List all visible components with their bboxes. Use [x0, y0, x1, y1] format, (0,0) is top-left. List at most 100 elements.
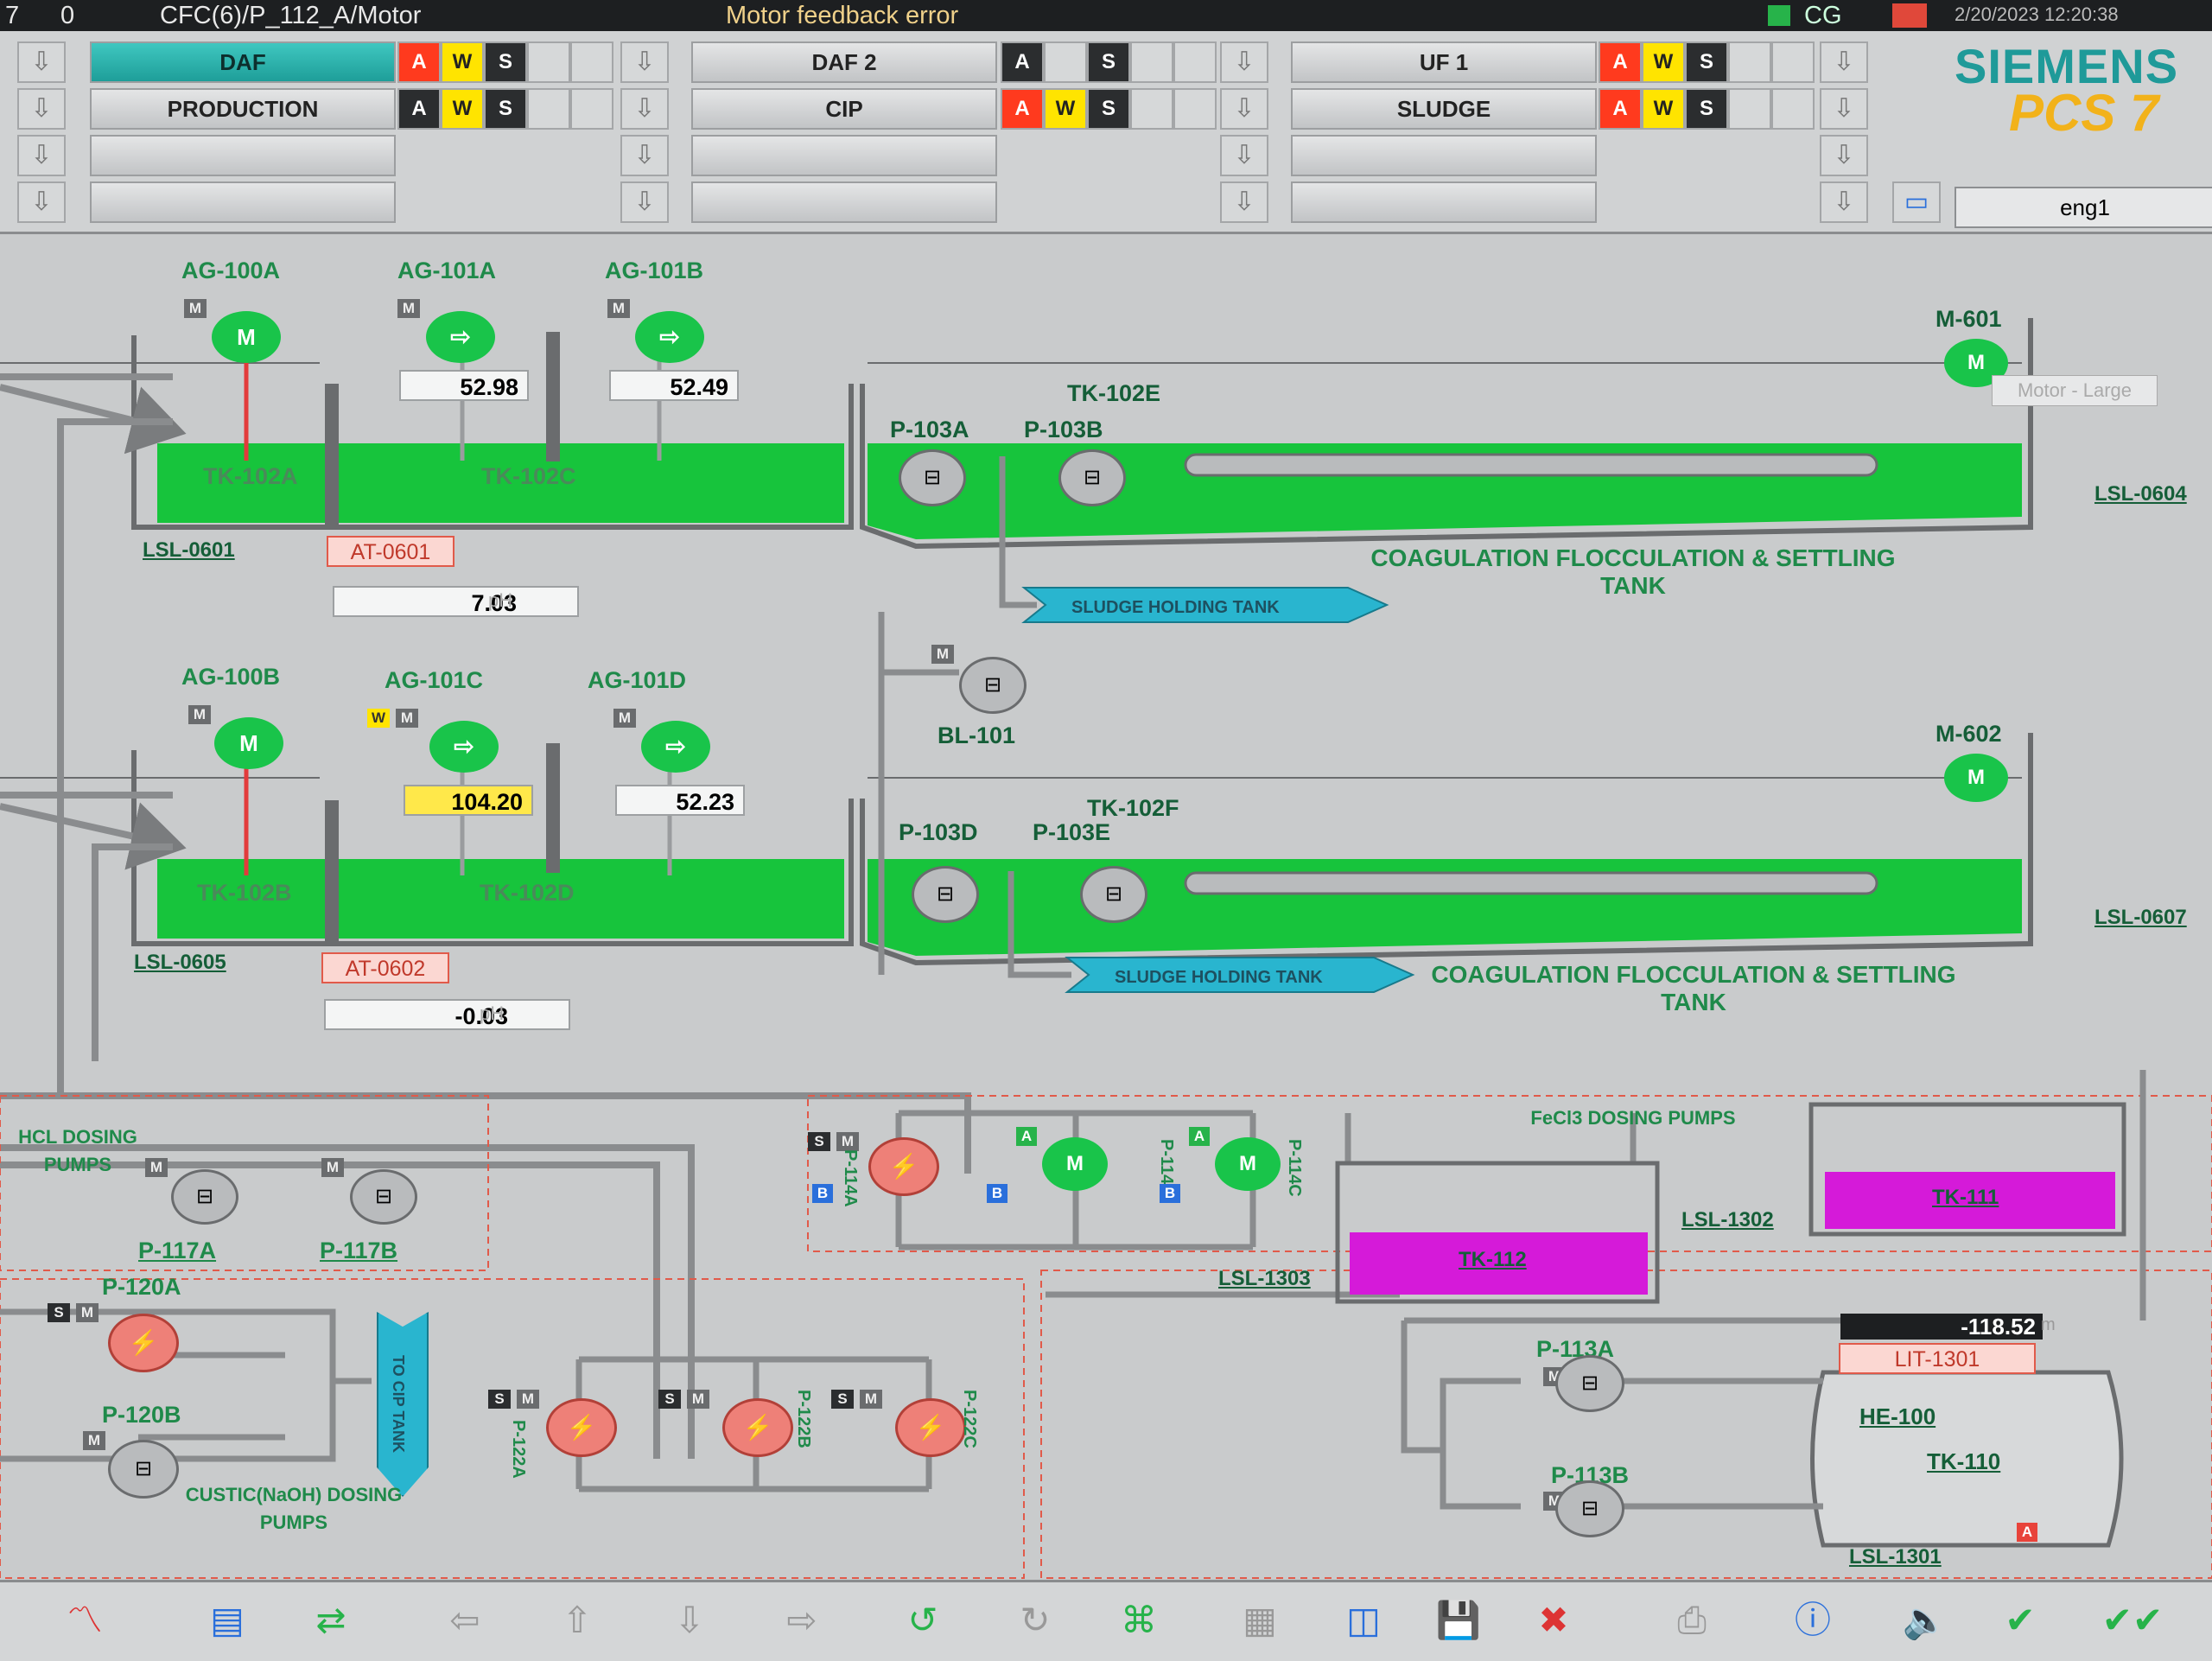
print-icon[interactable]: ⎙ [1659, 1591, 1725, 1650]
back-arrow-icon[interactable]: ⇦ [432, 1591, 498, 1650]
save-icon[interactable]: 💾 [1426, 1591, 1491, 1650]
level-switch-label[interactable]: LSL-1301 [1849, 1545, 1942, 1569]
faceplate-icon[interactable]: ▤ [194, 1591, 260, 1650]
pump-icon[interactable]: ⊟ [899, 449, 966, 506]
area-button-daf2[interactable]: DAF 2 [691, 41, 997, 83]
ph-value[interactable]: 7.03 [333, 586, 579, 617]
pump-icon[interactable]: ⊟ [350, 1169, 417, 1225]
pump-icon[interactable]: ⊟ [108, 1440, 179, 1499]
level-value[interactable]: -118.52 [1840, 1314, 2043, 1340]
area-button-empty[interactable] [1291, 181, 1597, 223]
blower-icon[interactable]: ⊟ [959, 657, 1027, 714]
windows-icon[interactable]: ◫ [1331, 1591, 1396, 1650]
pump-fault-icon[interactable]: ⚡ [108, 1314, 179, 1372]
up-arrow-icon[interactable]: ⇧ [544, 1591, 610, 1650]
area-button-uf1[interactable]: UF 1 [1291, 41, 1597, 83]
redo-icon[interactable]: ↻ [1002, 1591, 1068, 1650]
pump-running-icon[interactable]: M [1042, 1137, 1108, 1191]
pump-fault-icon[interactable]: ⚡ [722, 1398, 793, 1457]
vfd-motor-icon[interactable]: ⇨ [429, 721, 499, 773]
area-button-sludge[interactable]: SLUDGE [1291, 88, 1597, 130]
analyzer-tag[interactable]: AT-0601 [327, 536, 454, 567]
vfd-motor-icon[interactable]: ⇨ [635, 311, 704, 363]
area-button-daf[interactable]: DAF [90, 41, 396, 83]
pump-icon[interactable]: ⊟ [1555, 1355, 1624, 1412]
pump-fault-icon[interactable]: ⚡ [868, 1137, 939, 1196]
area-arrow-icon[interactable]: ⇩ [17, 135, 66, 176]
area-arrow-icon[interactable]: ⇩ [1820, 41, 1868, 83]
logged-user[interactable]: eng1 [1955, 187, 2212, 228]
vfd-motor-icon[interactable]: ⇨ [426, 311, 495, 363]
pump-icon[interactable]: ⊟ [1555, 1480, 1624, 1537]
area-arrow-icon[interactable]: ⇩ [17, 41, 66, 83]
pump-icon[interactable]: ⊟ [171, 1169, 238, 1225]
pump-running-icon[interactable]: M [1215, 1137, 1281, 1191]
level-switch-label[interactable]: LSL-0601 [143, 538, 235, 563]
heat-exchanger-label[interactable]: HE-100 [1859, 1403, 1936, 1430]
area-arrow-icon[interactable]: ⇩ [620, 41, 669, 83]
area-arrow-icon[interactable]: ⇩ [1220, 41, 1268, 83]
down-arrow-icon[interactable]: ⇩ [657, 1591, 722, 1650]
cip-tank-label: TO CIP TANK [390, 1355, 407, 1454]
acknowledge-all-icon[interactable]: ✔✔ [2100, 1591, 2165, 1650]
area-button-cip[interactable]: CIP [691, 88, 997, 130]
tank-label: TK-102E [1067, 380, 1161, 406]
analyzer-tag[interactable]: AT-0602 [321, 952, 449, 983]
pump-icon[interactable]: ⊟ [1058, 449, 1126, 506]
horn-mute-icon[interactable]: 🔈 [1892, 1591, 1958, 1650]
pump-fault-icon[interactable]: ⚡ [895, 1398, 966, 1457]
area-arrow-icon[interactable]: ⇩ [1820, 181, 1868, 223]
area-button-production[interactable]: PRODUCTION [90, 88, 396, 130]
tank-label[interactable]: TK-111 [1932, 1186, 1999, 1210]
delete-icon[interactable]: ✖ [1521, 1591, 1586, 1650]
info-icon[interactable]: ⓘ [1780, 1591, 1846, 1650]
area-arrow-icon[interactable]: ⇩ [1220, 181, 1268, 223]
area-arrow-icon[interactable]: ⇩ [620, 88, 669, 130]
return-icon[interactable]: ↺ [890, 1591, 956, 1650]
tank-label[interactable]: TK-112 [1459, 1248, 1527, 1272]
transmitter-tag[interactable]: LIT-1301 [1839, 1343, 2036, 1374]
alarm-line[interactable]: 7 0 CFC(6)/P_112_A/Motor Motor feedback … [0, 0, 2212, 31]
area-arrow-icon[interactable]: ⇩ [620, 181, 669, 223]
trend-icon[interactable]: 〽 [52, 1591, 118, 1650]
speed-value[interactable]: 52.98 [399, 370, 529, 401]
keyboard-icon[interactable]: ▭ [1892, 181, 1941, 223]
area-arrow-icon[interactable]: ⇩ [1220, 88, 1268, 130]
horn-icon[interactable] [1892, 3, 1927, 28]
pump-icon[interactable]: ⊟ [912, 866, 979, 923]
speed-value[interactable]: 104.20 [404, 785, 533, 816]
tank-label[interactable]: TK-110 [1927, 1448, 2000, 1475]
level-switch-label[interactable]: LSL-1302 [1681, 1208, 1774, 1232]
level-switch-label[interactable]: LSL-0605 [134, 951, 226, 975]
vfd-motor-icon[interactable]: ⇨ [641, 721, 710, 773]
acknowledge-icon[interactable]: ✔ [1987, 1591, 2053, 1650]
area-button-empty[interactable] [90, 181, 396, 223]
area-button-empty[interactable] [90, 135, 396, 176]
alarm-source: CFC(6)/P_112_A/Motor [160, 2, 422, 29]
ph-value[interactable]: -0.03 [324, 999, 570, 1030]
motor-icon[interactable]: M [1944, 754, 2008, 802]
pump-icon[interactable]: ⊟ [1080, 866, 1147, 923]
motor-icon[interactable]: M [212, 311, 281, 363]
speed-value[interactable]: 52.49 [609, 370, 739, 401]
pump-fault-icon[interactable]: ⚡ [546, 1398, 617, 1457]
alarm-priority: 7 [5, 2, 20, 29]
area-arrow-icon[interactable]: ⇩ [1220, 135, 1268, 176]
area-button-empty[interactable] [691, 181, 997, 223]
level-switch-label[interactable]: LSL-1303 [1218, 1267, 1311, 1291]
level-switch-label[interactable]: LSL-0604 [2094, 482, 2187, 506]
area-button-empty[interactable] [691, 135, 997, 176]
forward-arrow-icon[interactable]: ⇨ [769, 1591, 835, 1650]
area-arrow-icon[interactable]: ⇩ [17, 181, 66, 223]
overview-icon[interactable]: ⌘ [1106, 1591, 1172, 1650]
area-arrow-icon[interactable]: ⇩ [1820, 88, 1868, 130]
speed-value[interactable]: 52.23 [615, 785, 745, 816]
area-button-empty[interactable] [1291, 135, 1597, 176]
level-switch-label[interactable]: LSL-0607 [2094, 906, 2187, 930]
area-arrow-icon[interactable]: ⇩ [620, 135, 669, 176]
area-arrow-icon[interactable]: ⇩ [1820, 135, 1868, 176]
switch-screen-icon[interactable]: ⇄ [298, 1591, 364, 1650]
grid-icon[interactable]: ▦ [1227, 1591, 1293, 1650]
area-arrow-icon[interactable]: ⇩ [17, 88, 66, 130]
motor-icon[interactable]: M [214, 717, 283, 769]
